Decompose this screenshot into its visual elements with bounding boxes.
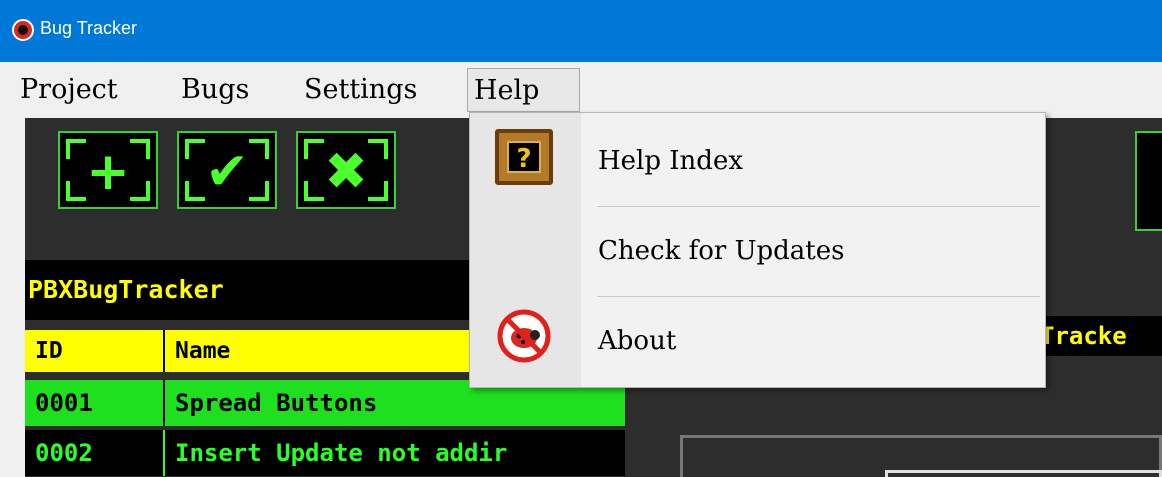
menu-settings[interactable]: Settings xyxy=(298,68,423,112)
toolbar-right-button[interactable] xyxy=(1135,131,1162,231)
help-dropdown-menu: ? Help Index Check for Updates About xyxy=(469,112,1046,388)
menu-item-help-index[interactable]: ? Help Index xyxy=(470,117,1045,205)
column-header-id[interactable]: ID xyxy=(25,330,165,372)
title-bar: Bug Tracker xyxy=(0,0,1162,62)
no-bugs-icon xyxy=(497,309,551,363)
menu-item-label: Check for Updates xyxy=(598,236,845,266)
menu-help[interactable]: Help xyxy=(467,68,580,112)
table-row[interactable]: 0002 Insert Update not addir xyxy=(25,430,625,476)
detail-input-box[interactable] xyxy=(885,470,1162,477)
menu-item-check-updates[interactable]: Check for Updates xyxy=(470,207,1045,295)
check-icon: ✔ xyxy=(205,142,249,202)
menu-item-label: Help Index xyxy=(598,146,743,176)
menu-project[interactable]: Project xyxy=(14,68,124,112)
add-bug-button[interactable]: + xyxy=(58,131,158,209)
project-name: PBXBugTracker xyxy=(25,260,470,320)
bug-table-header: ID Name xyxy=(25,330,470,372)
help-book-icon: ? xyxy=(495,129,553,185)
bug-app-icon xyxy=(12,19,34,41)
window-title: Bug Tracker xyxy=(40,18,138,38)
app-window: Bug Tracker Project Bugs Settings Help +… xyxy=(0,0,1162,477)
menu-item-label: About xyxy=(598,326,677,356)
menu-item-about[interactable]: About xyxy=(470,297,1045,385)
resolve-bug-button[interactable]: ✔ xyxy=(177,131,277,209)
x-icon: ✖ xyxy=(324,142,368,202)
detail-panel-title: Tracke xyxy=(1040,316,1162,356)
bug-name-cell: Insert Update not addir xyxy=(175,439,508,467)
delete-bug-button[interactable]: ✖ xyxy=(296,131,396,209)
bug-id-cell: 0002 xyxy=(25,430,165,476)
bug-id-cell: 0001 xyxy=(25,380,165,426)
plus-icon: + xyxy=(86,142,130,202)
menu-bar: Project Bugs Settings Help xyxy=(0,62,1162,118)
menu-bugs[interactable]: Bugs xyxy=(175,68,255,112)
